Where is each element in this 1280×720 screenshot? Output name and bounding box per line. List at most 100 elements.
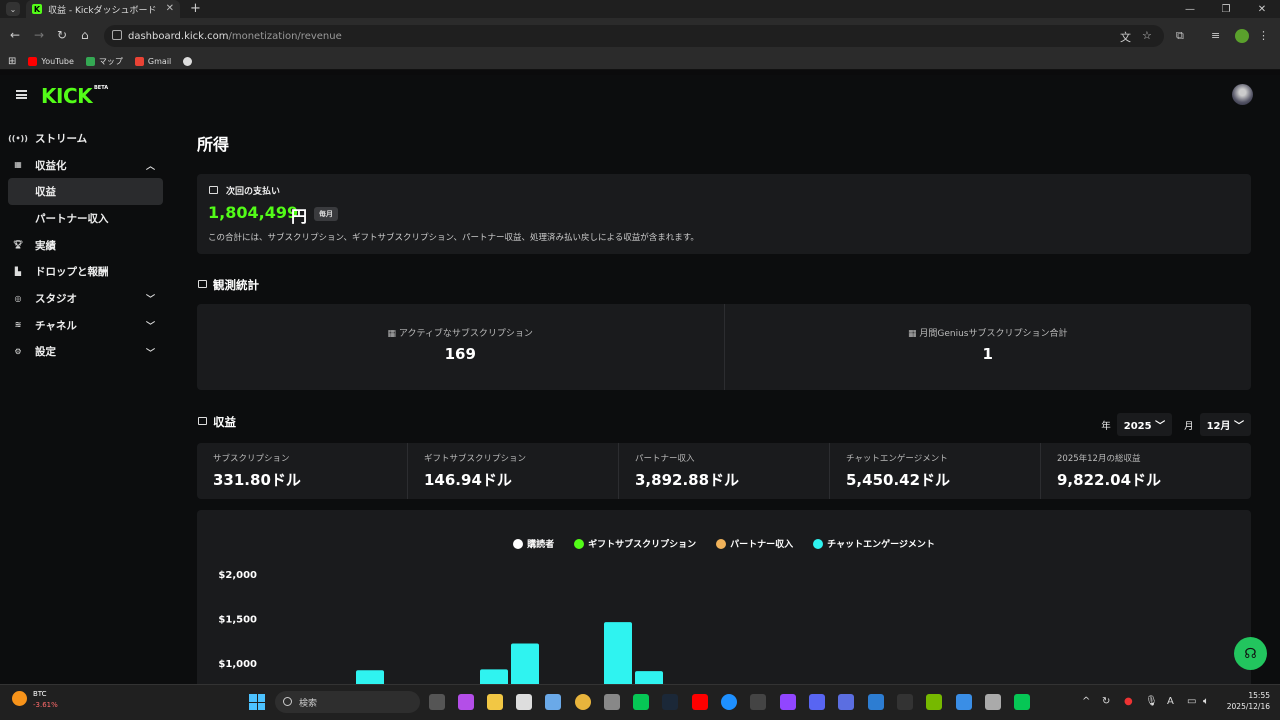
menu-icon[interactable] xyxy=(16,90,27,99)
wallet-icon xyxy=(209,186,218,194)
app-icon[interactable] xyxy=(956,694,972,710)
bookmarks-bar: ⊞ YouTube マップ Gmail xyxy=(0,53,1280,70)
app-icon[interactable] xyxy=(750,694,766,710)
discord-icon[interactable] xyxy=(809,694,825,710)
twitch-icon[interactable] xyxy=(780,694,796,710)
chevron-down-icon: ﹀ xyxy=(1234,421,1244,432)
user-avatar[interactable] xyxy=(1232,84,1253,105)
youtube-icon[interactable] xyxy=(692,694,708,710)
app-icon[interactable] xyxy=(897,694,913,710)
chart-plot: $2,000 $1,500 $1,000 xyxy=(218,570,663,690)
chevron-up-icon[interactable]: ︿ xyxy=(146,159,155,172)
messenger-icon[interactable] xyxy=(838,694,854,710)
drops-icon: ▙ xyxy=(14,266,22,276)
sidebar-item-channel[interactable]: ≋ チャネル ﹀ xyxy=(0,312,170,339)
task-view-icon[interactable] xyxy=(429,694,445,710)
chevron-up-icon[interactable]: ^ xyxy=(1082,696,1090,707)
notepad-icon[interactable] xyxy=(985,694,1001,710)
system-clock[interactable]: 15:55 2025/12/16 xyxy=(1227,690,1270,712)
y-tick-label: $1,000 xyxy=(218,659,257,670)
sidebar-item-studio[interactable]: ◎ スタジオ ﹀ xyxy=(0,285,170,312)
file-explorer-icon[interactable] xyxy=(487,694,503,710)
studio-icon: ◎ xyxy=(14,293,22,303)
steam-icon[interactable] xyxy=(662,694,678,710)
month-select[interactable]: 12月 ﹀ xyxy=(1199,413,1251,436)
monetization-icon: ▦ xyxy=(14,160,22,170)
support-chat-button[interactable]: ☊ xyxy=(1234,637,1267,670)
sync-icon[interactable]: ↻ xyxy=(1102,696,1110,707)
taskbar-search[interactable]: 検索 xyxy=(275,691,420,713)
chart-bar[interactable] xyxy=(604,622,632,690)
site-info-icon[interactable] xyxy=(112,30,122,40)
home-icon[interactable]: ⌂ xyxy=(81,28,89,42)
back-icon[interactable]: ← xyxy=(10,28,20,42)
revenue-icon xyxy=(198,417,207,425)
bookmark-globe[interactable] xyxy=(183,56,193,66)
store-icon[interactable] xyxy=(516,694,532,710)
windows-start-icon[interactable] xyxy=(249,694,265,710)
chevron-down-icon[interactable]: ﹀ xyxy=(146,292,155,305)
reload-icon[interactable]: ↻ xyxy=(57,28,67,42)
remote-desktop-icon[interactable] xyxy=(868,694,884,710)
y-tick-label: $1,500 xyxy=(218,615,257,626)
calculator-icon[interactable] xyxy=(604,694,620,710)
bookmark-youtube[interactable]: YouTube xyxy=(28,56,74,66)
broadcast-icon: ((•)) xyxy=(8,133,28,143)
sidebar-item-stream[interactable]: ((•)) ストリーム xyxy=(0,125,170,152)
ime-icon[interactable]: A xyxy=(1167,696,1174,707)
sidebar-item-revenue[interactable]: 収益 xyxy=(8,178,163,206)
stats-section-title: 観測統計 xyxy=(213,278,259,292)
address-bar[interactable]: dashboard.kick.com/monetization/revenue xyxy=(104,25,1164,47)
ticker-change: -3.61% xyxy=(33,701,58,709)
close-window-icon[interactable]: ✕ xyxy=(1244,0,1280,18)
sidebar-item-monetization[interactable]: ▦ 収益化 ︿ xyxy=(0,152,170,179)
revenue-partner-income: パートナー収入 3,892.88ドル xyxy=(618,443,829,499)
close-tab-icon[interactable]: ✕ xyxy=(166,3,174,14)
bookmark-gmail[interactable]: Gmail xyxy=(134,56,171,66)
network-icon[interactable]: ▭ xyxy=(1187,696,1196,707)
forward-icon[interactable]: → xyxy=(34,28,44,42)
bookmark-star-icon[interactable]: ☆ xyxy=(1142,29,1152,42)
stat-active-subscriptions: ▦ アクティブなサブスクリプション 169 xyxy=(197,304,724,390)
new-tab-button[interactable]: + xyxy=(190,1,201,16)
line-icon[interactable] xyxy=(1014,694,1030,710)
sidebar-item-achievements[interactable]: 🏆︎ 実績 xyxy=(0,232,170,259)
sidebar-item-settings[interactable]: ⚙ 設定 ﹀ xyxy=(0,339,170,366)
photos-icon[interactable] xyxy=(545,694,561,710)
translate-icon[interactable]: 文 xyxy=(1120,29,1131,45)
volume-icon[interactable]: 🔈︎ xyxy=(1203,696,1209,707)
chevron-down-icon[interactable]: ﹀ xyxy=(146,346,155,359)
tab-title: 収益 - Kickダッシュボード xyxy=(48,5,157,16)
windows-taskbar: BTC -3.61% 検索 ^ ↻ ● 🎙︎ A ▭ 🔈︎ 15:55 2025… xyxy=(0,684,1280,720)
microphone-icon[interactable]: 🎙︎ xyxy=(1145,696,1158,707)
copilot-icon[interactable] xyxy=(458,694,474,710)
tab-search-icon[interactable]: ⌄ xyxy=(6,2,20,16)
revenue-chat-engagement: チャットエンゲージメント 5,450.42ドル xyxy=(829,443,1040,499)
bookmark-maps[interactable]: マップ xyxy=(85,56,123,67)
antivirus-icon[interactable]: ● xyxy=(1124,696,1133,707)
revenue-gift-subscriptions: ギフトサブスクリプション 146.94ドル xyxy=(407,443,618,499)
restore-icon[interactable]: ❐ xyxy=(1208,0,1244,18)
window-controls: — ❐ ✕ xyxy=(1172,0,1280,18)
browser-menu-icon[interactable]: ⋮ xyxy=(1258,29,1269,42)
chrome-icon[interactable] xyxy=(575,694,591,710)
gmail-icon xyxy=(134,56,144,66)
nvidia-icon[interactable] xyxy=(926,694,942,710)
sidebar-item-drops[interactable]: ▙ ドロップと報酬 xyxy=(0,258,170,285)
browser-tab[interactable]: K 収益 - Kickダッシュボード ✕ xyxy=(26,0,180,18)
year-select[interactable]: 2025 ﹀ xyxy=(1116,413,1173,436)
line-icon[interactable] xyxy=(633,694,649,710)
minimize-icon[interactable]: — xyxy=(1172,0,1208,18)
revenue-section-title: 収益 xyxy=(213,415,236,429)
edge-icon[interactable] xyxy=(721,694,737,710)
channel-icon: ≋ xyxy=(14,320,22,330)
clock-date: 2025/12/16 xyxy=(1226,702,1270,711)
apps-grid-icon[interactable]: ⊞ xyxy=(8,56,16,67)
chevron-down-icon[interactable]: ﹀ xyxy=(146,319,155,332)
sidebar-item-partner-income[interactable]: パートナー収入 xyxy=(0,205,170,232)
extensions-icon[interactable]: ⧉ xyxy=(1176,29,1184,43)
kick-logo[interactable]: KICK xyxy=(41,84,93,108)
media-icon[interactable]: ≡ xyxy=(1211,29,1220,42)
browser-tab-strip: ⌄ K 収益 - Kickダッシュボード ✕ + — ❐ ✕ xyxy=(0,0,1280,18)
browser-profile-avatar[interactable] xyxy=(1235,29,1249,43)
